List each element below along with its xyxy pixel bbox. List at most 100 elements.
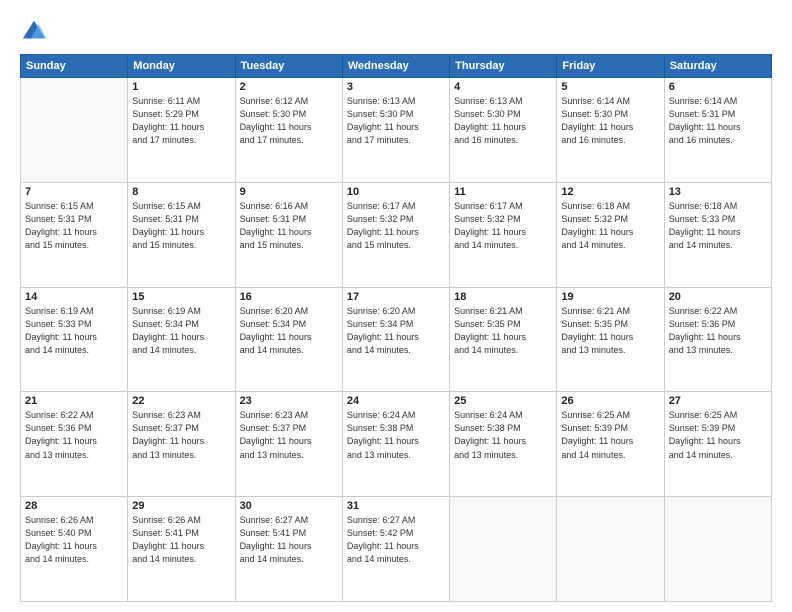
calendar-day-cell: 7 Sunrise: 6:15 AMSunset: 5:31 PMDaylight… [21, 182, 128, 287]
day-info: Sunrise: 6:21 AMSunset: 5:35 PMDaylight:… [561, 305, 659, 357]
day-number: 17 [347, 291, 445, 303]
day-number: 15 [132, 291, 230, 303]
day-info: Sunrise: 6:24 AMSunset: 5:38 PMDaylight:… [454, 409, 552, 461]
calendar-day-cell [664, 497, 771, 602]
page: SundayMondayTuesdayWednesdayThursdayFrid… [0, 0, 792, 612]
calendar-day-cell: 15 Sunrise: 6:19 AMSunset: 5:34 PMDayligh… [128, 287, 235, 392]
calendar-day-cell: 23 Sunrise: 6:23 AMSunset: 5:37 PMDayligh… [235, 392, 342, 497]
day-info: Sunrise: 6:14 AMSunset: 5:31 PMDaylight:… [669, 95, 767, 147]
day-number: 29 [132, 500, 230, 512]
day-info: Sunrise: 6:14 AMSunset: 5:30 PMDaylight:… [561, 95, 659, 147]
day-info: Sunrise: 6:27 AMSunset: 5:41 PMDaylight:… [240, 514, 338, 566]
day-info: Sunrise: 6:25 AMSunset: 5:39 PMDaylight:… [669, 409, 767, 461]
calendar-day-cell: 27 Sunrise: 6:25 AMSunset: 5:39 PMDayligh… [664, 392, 771, 497]
day-info: Sunrise: 6:19 AMSunset: 5:34 PMDaylight:… [132, 305, 230, 357]
day-info: Sunrise: 6:15 AMSunset: 5:31 PMDaylight:… [25, 200, 123, 252]
calendar-day-cell: 10 Sunrise: 6:17 AMSunset: 5:32 PMDayligh… [342, 182, 449, 287]
day-number: 3 [347, 81, 445, 93]
calendar-header-cell: Friday [557, 55, 664, 78]
calendar-day-cell: 30 Sunrise: 6:27 AMSunset: 5:41 PMDayligh… [235, 497, 342, 602]
calendar-week-row: 21Sunrise: 6:22 AMSunset: 5:36 PMDayligh… [21, 392, 772, 497]
day-info: Sunrise: 6:20 AMSunset: 5:34 PMDaylight:… [347, 305, 445, 357]
day-info: Sunrise: 6:17 AMSunset: 5:32 PMDaylight:… [347, 200, 445, 252]
day-number: 2 [240, 81, 338, 93]
logo [20, 18, 52, 46]
day-number: 30 [240, 500, 338, 512]
calendar-day-cell: 21Sunrise: 6:22 AMSunset: 5:36 PMDayligh… [21, 392, 128, 497]
day-info: Sunrise: 6:16 AMSunset: 5:31 PMDaylight:… [240, 200, 338, 252]
day-number: 23 [240, 395, 338, 407]
calendar-week-row: 7 Sunrise: 6:15 AMSunset: 5:31 PMDaylight… [21, 182, 772, 287]
calendar-header-cell: Tuesday [235, 55, 342, 78]
day-info: Sunrise: 6:21 AMSunset: 5:35 PMDaylight:… [454, 305, 552, 357]
calendar-day-cell: 1 Sunrise: 6:11 AMSunset: 5:29 PMDaylight… [128, 78, 235, 183]
day-number: 20 [669, 291, 767, 303]
calendar-header-cell: Thursday [450, 55, 557, 78]
calendar-week-row: 28 Sunrise: 6:26 AMSunset: 5:40 PMDayligh… [21, 497, 772, 602]
day-info: Sunrise: 6:17 AMSunset: 5:32 PMDaylight:… [454, 200, 552, 252]
day-info: Sunrise: 6:18 AMSunset: 5:33 PMDaylight:… [669, 200, 767, 252]
calendar-week-row: 14 Sunrise: 6:19 AMSunset: 5:33 PMDayligh… [21, 287, 772, 392]
day-number: 22 [132, 395, 230, 407]
calendar-day-cell: 3 Sunrise: 6:13 AMSunset: 5:30 PMDaylight… [342, 78, 449, 183]
day-info: Sunrise: 6:13 AMSunset: 5:30 PMDaylight:… [454, 95, 552, 147]
calendar-day-cell: 14 Sunrise: 6:19 AMSunset: 5:33 PMDayligh… [21, 287, 128, 392]
day-info: Sunrise: 6:19 AMSunset: 5:33 PMDaylight:… [25, 305, 123, 357]
calendar-day-cell: 18 Sunrise: 6:21 AMSunset: 5:35 PMDayligh… [450, 287, 557, 392]
calendar-day-cell [450, 497, 557, 602]
day-info: Sunrise: 6:26 AMSunset: 5:41 PMDaylight:… [132, 514, 230, 566]
day-number: 19 [561, 291, 659, 303]
calendar-table: SundayMondayTuesdayWednesdayThursdayFrid… [20, 54, 772, 602]
day-info: Sunrise: 6:27 AMSunset: 5:42 PMDaylight:… [347, 514, 445, 566]
day-number: 16 [240, 291, 338, 303]
day-number: 14 [25, 291, 123, 303]
day-info: Sunrise: 6:25 AMSunset: 5:39 PMDaylight:… [561, 409, 659, 461]
day-number: 10 [347, 186, 445, 198]
calendar-day-cell: 19 Sunrise: 6:21 AMSunset: 5:35 PMDayligh… [557, 287, 664, 392]
day-info: Sunrise: 6:22 AMSunset: 5:36 PMDaylight:… [25, 409, 123, 461]
day-info: Sunrise: 6:18 AMSunset: 5:32 PMDaylight:… [561, 200, 659, 252]
calendar-header-cell: Monday [128, 55, 235, 78]
day-number: 18 [454, 291, 552, 303]
day-number: 27 [669, 395, 767, 407]
day-info: Sunrise: 6:23 AMSunset: 5:37 PMDaylight:… [132, 409, 230, 461]
calendar-day-cell: 13 Sunrise: 6:18 AMSunset: 5:33 PMDayligh… [664, 182, 771, 287]
day-info: Sunrise: 6:26 AMSunset: 5:40 PMDaylight:… [25, 514, 123, 566]
calendar-day-cell: 8Sunrise: 6:15 AMSunset: 5:31 PMDaylight… [128, 182, 235, 287]
day-info: Sunrise: 6:11 AMSunset: 5:29 PMDaylight:… [132, 95, 230, 147]
day-info: Sunrise: 6:23 AMSunset: 5:37 PMDaylight:… [240, 409, 338, 461]
calendar-body: 1 Sunrise: 6:11 AMSunset: 5:29 PMDaylight… [21, 78, 772, 602]
day-number: 7 [25, 186, 123, 198]
day-number: 4 [454, 81, 552, 93]
day-info: Sunrise: 6:24 AMSunset: 5:38 PMDaylight:… [347, 409, 445, 461]
day-number: 8 [132, 186, 230, 198]
day-number: 9 [240, 186, 338, 198]
calendar-header-row: SundayMondayTuesdayWednesdayThursdayFrid… [21, 55, 772, 78]
calendar-header-cell: Wednesday [342, 55, 449, 78]
calendar-day-cell: 4 Sunrise: 6:13 AMSunset: 5:30 PMDaylight… [450, 78, 557, 183]
calendar-day-cell: 17 Sunrise: 6:20 AMSunset: 5:34 PMDayligh… [342, 287, 449, 392]
day-number: 6 [669, 81, 767, 93]
day-info: Sunrise: 6:12 AMSunset: 5:30 PMDaylight:… [240, 95, 338, 147]
day-number: 12 [561, 186, 659, 198]
calendar-day-cell: 20 Sunrise: 6:22 AMSunset: 5:36 PMDayligh… [664, 287, 771, 392]
calendar-week-row: 1 Sunrise: 6:11 AMSunset: 5:29 PMDaylight… [21, 78, 772, 183]
calendar-day-cell: 6 Sunrise: 6:14 AMSunset: 5:31 PMDaylight… [664, 78, 771, 183]
calendar-day-cell: 31 Sunrise: 6:27 AMSunset: 5:42 PMDayligh… [342, 497, 449, 602]
calendar-day-cell [21, 78, 128, 183]
day-info: Sunrise: 6:22 AMSunset: 5:36 PMDaylight:… [669, 305, 767, 357]
calendar-day-cell: 28 Sunrise: 6:26 AMSunset: 5:40 PMDayligh… [21, 497, 128, 602]
header [20, 18, 772, 46]
logo-icon [20, 18, 48, 46]
calendar-header-cell: Saturday [664, 55, 771, 78]
calendar-day-cell: 26Sunrise: 6:25 AMSunset: 5:39 PMDayligh… [557, 392, 664, 497]
calendar-day-cell: 9 Sunrise: 6:16 AMSunset: 5:31 PMDaylight… [235, 182, 342, 287]
day-number: 28 [25, 500, 123, 512]
calendar-day-cell: 12 Sunrise: 6:18 AMSunset: 5:32 PMDayligh… [557, 182, 664, 287]
day-info: Sunrise: 6:13 AMSunset: 5:30 PMDaylight:… [347, 95, 445, 147]
calendar-day-cell: 16Sunrise: 6:20 AMSunset: 5:34 PMDayligh… [235, 287, 342, 392]
day-number: 31 [347, 500, 445, 512]
day-number: 13 [669, 186, 767, 198]
calendar-day-cell: 2 Sunrise: 6:12 AMSunset: 5:30 PMDaylight… [235, 78, 342, 183]
day-number: 1 [132, 81, 230, 93]
